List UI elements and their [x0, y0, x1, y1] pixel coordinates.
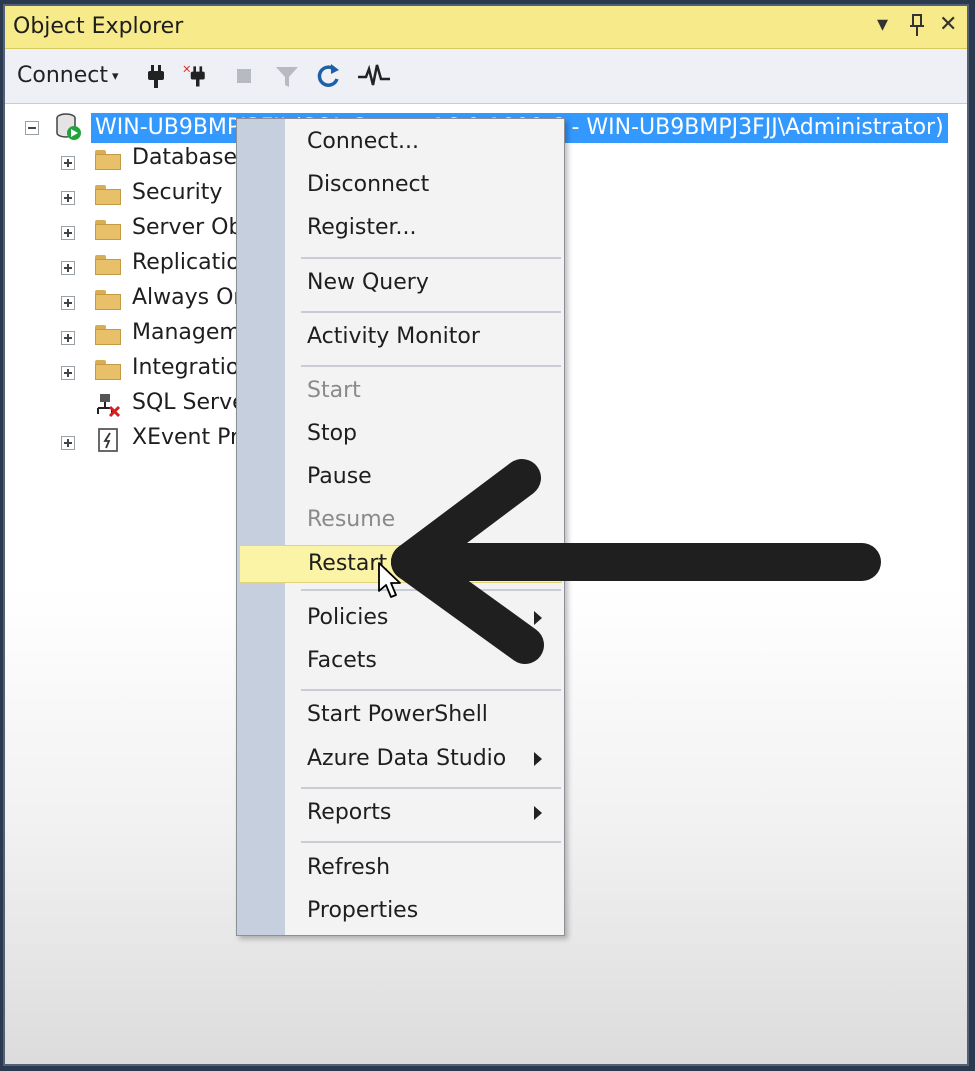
expand-icon[interactable] [61, 331, 75, 345]
window-title: Object Explorer [13, 14, 184, 39]
submenu-arrow-icon [534, 806, 542, 820]
menu-item-label: Start PowerShell [307, 702, 488, 727]
submenu-arrow-icon [534, 752, 542, 766]
filter-icon[interactable] [273, 61, 301, 91]
close-icon[interactable]: ✕ [939, 12, 957, 37]
menu-item-label: Start [307, 378, 361, 403]
folder-icon [95, 255, 121, 275]
folder-icon [95, 325, 121, 345]
menu-item-disconnect[interactable]: Disconnect [239, 167, 562, 205]
toolbar: Connect ▾ × [5, 49, 967, 103]
sql-agent-icon [97, 394, 121, 418]
tree-node-label: Databases [132, 145, 249, 170]
xevent-icon [98, 428, 118, 452]
menu-separator [301, 257, 561, 259]
mouse-cursor-icon [378, 562, 401, 598]
tree-node[interactable]: Databases [5, 142, 249, 176]
menu-item-azure-data-studio[interactable]: Azure Data Studio [239, 741, 562, 779]
menu-item-policies[interactable]: Policies [239, 600, 562, 638]
tree-node-label: Security [132, 180, 223, 205]
folder-icon [95, 290, 121, 310]
menu-item-properties[interactable]: Properties [239, 893, 562, 931]
stop-icon[interactable] [231, 61, 259, 91]
menu-item-reports[interactable]: Reports [239, 795, 562, 833]
menu-item-register[interactable]: Register... [239, 210, 562, 248]
pin-icon[interactable] [909, 12, 925, 43]
menu-item-label: Activity Monitor [307, 324, 480, 349]
menu-item-label: Facets [307, 648, 377, 673]
menu-item-stop[interactable]: Stop [239, 416, 562, 454]
expand-icon[interactable] [61, 191, 75, 205]
refresh-icon[interactable] [315, 61, 343, 91]
menu-item-label: Reports [307, 800, 392, 825]
tree-node[interactable]: Integration Services Catalogs [5, 352, 456, 386]
menu-item-label: Azure Data Studio [307, 746, 507, 771]
tree-node[interactable]: Server Objects [5, 212, 294, 246]
tree-node[interactable]: Security [5, 177, 245, 211]
menu-separator [301, 311, 561, 313]
menu-item-label: New Query [307, 270, 429, 295]
menu-item-facets[interactable]: Facets [239, 643, 562, 681]
menu-item-start-powershell[interactable]: Start PowerShell [239, 697, 562, 735]
menu-separator [301, 365, 561, 367]
server-icon [56, 113, 81, 140]
menu-separator [301, 589, 561, 591]
menu-item-label: Refresh [307, 855, 391, 880]
expand-icon[interactable] [61, 156, 75, 170]
folder-icon [95, 220, 121, 240]
context-menu: Connect... Disconnect Register... New Query… [236, 118, 565, 936]
connect-label: Connect [17, 63, 108, 88]
svg-text:×: × [182, 62, 192, 76]
menu-separator [301, 689, 561, 691]
tree-node[interactable]: Management [5, 317, 277, 351]
menu-item-pause[interactable]: Pause [239, 459, 562, 497]
tree-node[interactable]: XEvent Profiler [5, 422, 295, 456]
disconnect-plug-icon[interactable]: × [182, 61, 210, 91]
tree-node[interactable]: SQL Server Agent (Agent XPs disabled) [5, 387, 562, 421]
menu-separator [301, 787, 561, 789]
expand-icon[interactable] [61, 226, 75, 240]
chevron-down-icon: ▾ [111, 68, 119, 84]
expand-icon[interactable] [61, 261, 75, 275]
menu-item-label: Policies [307, 605, 389, 630]
connect-dropdown-button[interactable]: Connect ▾ [17, 63, 119, 88]
menu-item-refresh[interactable]: Refresh [239, 850, 562, 888]
expand-icon[interactable] [61, 436, 75, 450]
menu-item-resume: Resume [239, 502, 562, 540]
activity-monitor-icon[interactable] [357, 61, 391, 91]
menu-item-activity-monitor[interactable]: Activity Monitor [239, 319, 562, 357]
window-position-dropdown-icon[interactable]: ▾ [877, 12, 888, 37]
expand-icon[interactable] [61, 366, 75, 380]
menu-item-label: Connect... [307, 129, 419, 154]
tree-node[interactable]: Always On High Availability [5, 282, 432, 316]
menu-item-start: Start [239, 373, 562, 411]
menu-item-label: Resume [307, 507, 396, 532]
menu-item-new-query[interactable]: New Query [239, 265, 562, 303]
menu-item-label: Pause [307, 464, 372, 489]
connect-plug-icon[interactable] [142, 61, 170, 91]
folder-icon [95, 185, 121, 205]
collapse-icon[interactable] [25, 121, 39, 135]
folder-icon [95, 360, 121, 380]
submenu-arrow-icon [534, 611, 542, 625]
tree-node[interactable]: Replication [5, 247, 254, 281]
menu-item-label: Stop [307, 421, 358, 446]
folder-icon [95, 150, 121, 170]
menu-item-label: Disconnect [307, 172, 430, 197]
menu-item-label: Restart [308, 551, 388, 576]
title-bar: Object Explorer ▾ ✕ [5, 6, 967, 49]
expand-icon[interactable] [61, 296, 75, 310]
menu-item-label: Properties [307, 898, 419, 923]
menu-separator [301, 841, 561, 843]
menu-item-connect[interactable]: Connect... [239, 124, 562, 162]
menu-item-label: Register... [307, 215, 417, 240]
